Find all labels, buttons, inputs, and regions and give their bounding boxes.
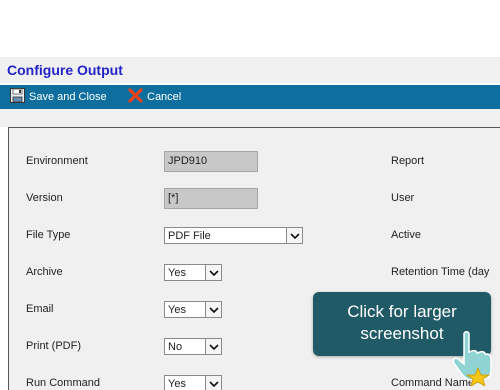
run-command-select[interactable]: Yes <box>164 375 222 390</box>
environment-label: Environment <box>26 155 88 167</box>
cancel-label: Cancel <box>147 91 182 103</box>
email-select[interactable]: Yes <box>164 301 222 318</box>
chevron-down-icon <box>205 339 221 354</box>
archive-label: Archive <box>26 266 63 278</box>
chevron-down-icon <box>205 302 221 317</box>
title-band: Configure Output <box>0 57 500 83</box>
retention-time-label: Retention Time (day <box>391 266 490 278</box>
archive-select[interactable]: Yes <box>164 264 222 281</box>
file-type-label: File Type <box>26 229 71 241</box>
chevron-down-icon <box>205 376 221 390</box>
run-command-value: Yes <box>168 377 186 390</box>
hand-cursor-star-icon <box>448 330 496 389</box>
chevron-down-icon <box>286 228 302 243</box>
report-label: Report <box>391 155 425 167</box>
active-label: Active <box>391 229 421 241</box>
toolbar: Save and Close Cancel <box>0 85 500 109</box>
cancel-x-icon <box>128 88 143 106</box>
archive-value: Yes <box>168 266 186 279</box>
toolbar-spacer <box>0 109 500 127</box>
chevron-down-icon <box>205 265 221 280</box>
version-field: [*] <box>164 188 258 209</box>
file-type-select[interactable]: PDF File <box>164 227 303 244</box>
callout-line-1: Click for larger <box>347 302 457 321</box>
environment-field: JPD910 <box>164 151 258 172</box>
run-command-label: Run Command <box>26 377 100 389</box>
cancel-button[interactable]: Cancel <box>128 85 181 109</box>
print-pdf-value: No <box>168 340 183 353</box>
page-title: Configure Output <box>7 62 123 78</box>
version-label: Version <box>26 192 63 204</box>
email-label: Email <box>26 303 54 315</box>
print-pdf-select[interactable]: No <box>164 338 222 355</box>
email-value: Yes <box>168 303 186 316</box>
user-label: User <box>391 192 415 204</box>
print-pdf-label: Print (PDF) <box>26 340 81 352</box>
file-type-value: PDF File <box>168 229 211 242</box>
save-and-close-button[interactable]: Save and Close <box>10 85 107 109</box>
save-icon <box>10 88 25 106</box>
save-and-close-label: Save and Close <box>29 91 107 103</box>
